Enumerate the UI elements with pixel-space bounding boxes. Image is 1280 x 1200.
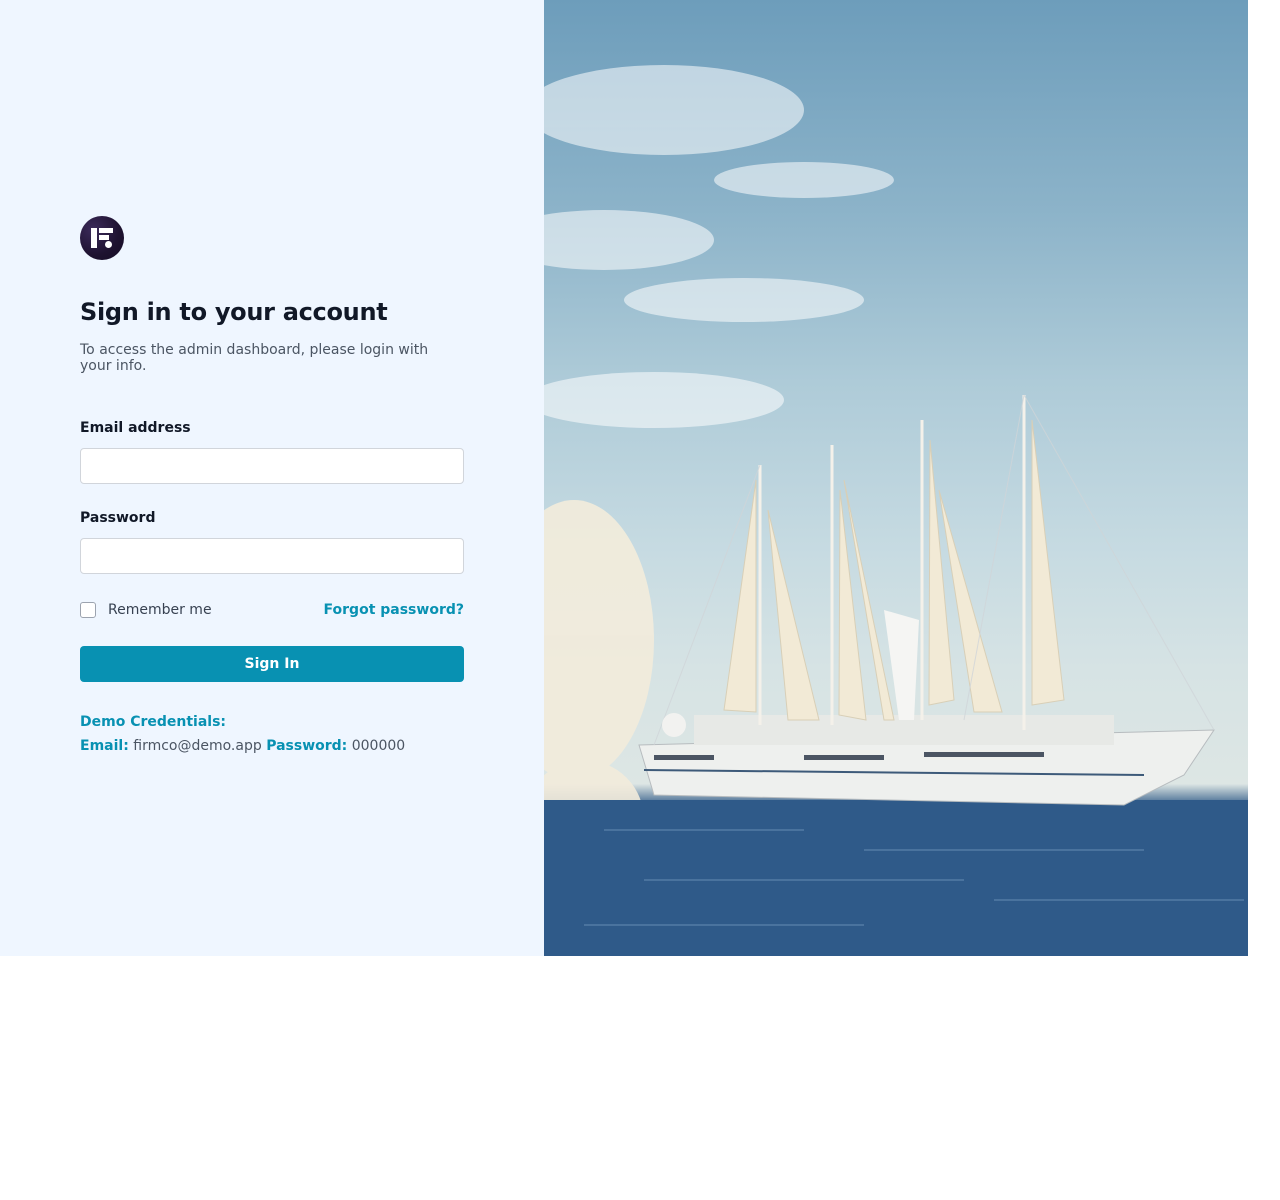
form-options-row: Remember me Forgot password? <box>80 600 464 620</box>
remember-me-checkbox[interactable] <box>80 602 96 618</box>
email-field-group: Email address <box>80 420 464 484</box>
demo-credentials-line: Email: firmco@demo.app Password: 000000 <box>80 734 464 758</box>
login-page: Sign in to your account To access the ad… <box>0 0 1280 1200</box>
password-field-group: Password <box>80 510 464 574</box>
login-panel: Sign in to your account To access the ad… <box>0 0 544 956</box>
password-input[interactable] <box>80 538 464 574</box>
page-title: Sign in to your account <box>80 298 388 326</box>
remember-me-label[interactable]: Remember me <box>108 602 212 618</box>
demo-credentials-title: Demo Credentials: <box>80 714 227 730</box>
demo-email-key: Email: <box>80 738 129 754</box>
email-label: Email address <box>80 420 191 436</box>
demo-password-value: 000000 <box>351 738 406 754</box>
email-input[interactable] <box>80 448 464 484</box>
login-form: Sign in to your account To access the ad… <box>80 216 464 758</box>
firmco-logo-icon <box>80 216 124 260</box>
demo-email-value: firmco@demo.app <box>133 738 262 754</box>
forgot-password-link[interactable]: Forgot password? <box>324 602 464 618</box>
demo-password-key: Password: <box>266 738 348 754</box>
sailing-ship-illustration <box>544 65 1248 956</box>
page-subtitle: To access the admin dashboard, please lo… <box>80 342 429 374</box>
sign-in-button[interactable]: Sign In <box>80 646 464 682</box>
remember-me-control[interactable]: Remember me <box>80 602 212 618</box>
demo-credentials: Demo Credentials: Email: firmco@demo.app… <box>80 710 464 758</box>
hero-photo-image <box>544 0 1248 956</box>
password-label: Password <box>80 510 156 526</box>
